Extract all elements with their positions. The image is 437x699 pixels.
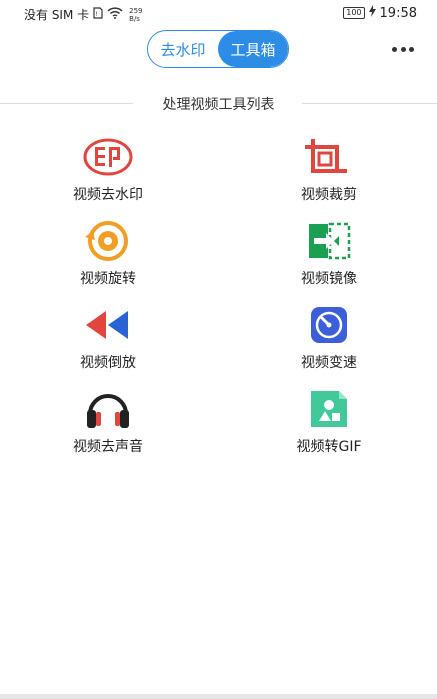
tool-label: 视频旋转 [80,271,136,287]
more-dot-icon [409,46,414,52]
tool-label: 视频转GIF [296,439,362,455]
crop-icon [302,132,356,182]
wifi-icon [107,7,123,22]
more-dot-icon [400,46,406,52]
section-title: 处理视频工具列表 [162,97,275,113]
mirror-icon [302,216,356,266]
tool-rotate[interactable]: 视频旋转 [48,216,168,296]
tool-label: 视频变速 [301,355,357,371]
tab-remove-watermark[interactable]: 去水印 [148,31,218,67]
rotate-disc-icon [81,216,135,266]
more-menu-button[interactable] [392,41,414,57]
headphones-icon [81,384,135,434]
tool-label: 视频去水印 [73,187,143,203]
charging-icon [368,5,376,21]
sim-icon: ! [93,7,103,22]
svg-text:!: ! [96,11,98,18]
bottom-bar [0,694,437,699]
tool-reverse[interactable]: 视频倒放 [48,300,168,380]
net-speed: 259 B/s [129,7,142,23]
status-right: 100 19:58 [343,5,417,21]
carrier-text: 没有 SIM 卡 [24,8,90,22]
tool-to-gif[interactable]: 视频转GIF [269,384,389,464]
net-speed-unit: B/s [129,14,140,23]
tab-toolbox[interactable]: 工具箱 [218,31,288,67]
tool-mirror[interactable]: 视频镜像 [269,216,389,296]
tool-remove-watermark[interactable]: 视频去水印 [48,132,168,212]
tool-label: 视频倒放 [80,355,136,371]
section-header: 处理视频工具列表 [0,92,437,114]
gif-shapes-icon [302,384,356,434]
mode-segmented-control: 去水印 工具箱 [147,30,289,68]
net-speed-value: 259 [129,6,143,15]
tool-label: 视频镜像 [301,271,357,287]
watermark-stamp-icon [81,132,135,182]
status-bar: 没有 SIM 卡 ! 259 B/s 100 19:58 [0,0,437,28]
divider-right [302,103,437,104]
reverse-play-icon [81,300,135,350]
clock: 19:58 [379,5,417,21]
status-left: 没有 SIM 卡 ! 259 B/s [24,6,143,23]
more-dot-icon [392,46,397,52]
tool-crop[interactable]: 视频裁剪 [269,132,389,212]
tool-speed[interactable]: 视频变速 [269,300,389,380]
tool-mute[interactable]: 视频去声音 [48,384,168,464]
speedometer-icon [302,300,356,350]
battery-icon: 100 [343,7,365,19]
tool-label: 视频裁剪 [301,187,357,203]
tool-label: 视频去声音 [73,439,143,455]
